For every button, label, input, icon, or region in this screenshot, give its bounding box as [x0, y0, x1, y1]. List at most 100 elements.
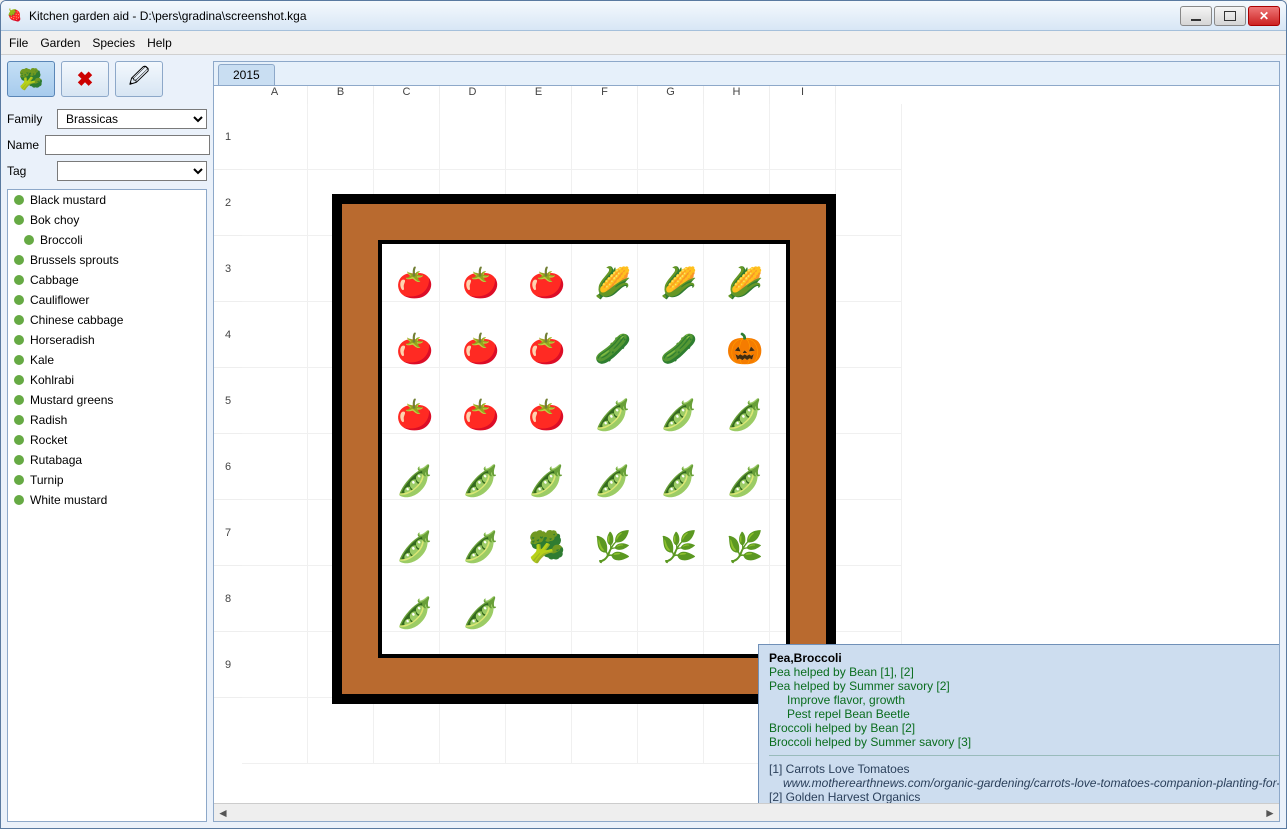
plant-cell[interactable]: 🫛: [580, 448, 646, 514]
plant-cell[interactable]: 🫛: [580, 382, 646, 448]
grid-cell[interactable]: [770, 566, 836, 632]
close-button[interactable]: ✕: [1248, 6, 1280, 26]
grid-cell[interactable]: [242, 632, 308, 698]
grid-cell[interactable]: [770, 500, 836, 566]
year-tab[interactable]: 2015: [218, 64, 275, 85]
plant-cell[interactable]: [712, 580, 778, 646]
species-item[interactable]: Turnip: [8, 470, 206, 490]
plant-cell[interactable]: 🍅: [514, 316, 580, 382]
maximize-button[interactable]: [1214, 6, 1246, 26]
grid-cell[interactable]: [506, 170, 572, 236]
plant-cell[interactable]: [514, 580, 580, 646]
grid-cell[interactable]: [374, 170, 440, 236]
plant-cell[interactable]: 🫛: [514, 448, 580, 514]
grid-cell[interactable]: [836, 236, 902, 302]
grid-cell[interactable]: [374, 104, 440, 170]
tool-picker[interactable]: 🖉: [115, 61, 163, 97]
grid-cell[interactable]: [242, 566, 308, 632]
grid-cell[interactable]: [770, 104, 836, 170]
plant-cell[interactable]: 🫛: [382, 448, 448, 514]
plant-cell[interactable]: 🌽: [712, 250, 778, 316]
grid-cell[interactable]: [770, 434, 836, 500]
tooltip-ref-link[interactable]: www.motherearthnews.com/organic-gardenin…: [769, 776, 1279, 790]
grid-area[interactable]: ABCDEFGHI 123456789 🍅🍅🍅🌽🌽🌽🍅🍅🍅🥒🥒🎃🍅🍅🍅🫛🫛🫛🫛🫛…: [214, 86, 1279, 803]
species-item[interactable]: Rocket: [8, 430, 206, 450]
grid-cell[interactable]: [242, 698, 308, 764]
grid-cell[interactable]: [308, 434, 374, 500]
titlebar[interactable]: 🍓 Kitchen garden aid - D:\pers\gradina\s…: [1, 1, 1286, 31]
plant-grid[interactable]: 🍅🍅🍅🌽🌽🌽🍅🍅🍅🥒🥒🎃🍅🍅🍅🫛🫛🫛🫛🫛🫛🫛🫛🫛🫛🫛🥦🌿🌿🌿🫛🫛: [382, 250, 778, 646]
species-item[interactable]: Horseradish: [8, 330, 206, 350]
plant-cell[interactable]: 🫛: [646, 448, 712, 514]
scroll-right-icon[interactable]: ►: [1261, 806, 1279, 820]
grid-cell[interactable]: [374, 698, 440, 764]
grid-cell[interactable]: [572, 698, 638, 764]
grid-cell[interactable]: [638, 698, 704, 764]
species-item[interactable]: Cauliflower: [8, 290, 206, 310]
plant-cell[interactable]: 🫛: [712, 382, 778, 448]
grid-cell[interactable]: [638, 170, 704, 236]
grid-cell[interactable]: [308, 632, 374, 698]
grid-cell[interactable]: [440, 104, 506, 170]
grid-cell[interactable]: [836, 104, 902, 170]
species-item[interactable]: Mustard greens: [8, 390, 206, 410]
grid-cell[interactable]: [506, 104, 572, 170]
species-item[interactable]: Kale: [8, 350, 206, 370]
grid-cell[interactable]: [308, 698, 374, 764]
grid-cell[interactable]: [242, 236, 308, 302]
plant-cell[interactable]: 🌽: [646, 250, 712, 316]
minimize-button[interactable]: [1180, 6, 1212, 26]
species-item[interactable]: Black mustard: [8, 190, 206, 210]
species-item[interactable]: Cabbage: [8, 270, 206, 290]
grid-cell[interactable]: [308, 302, 374, 368]
grid-cell[interactable]: [836, 566, 902, 632]
grid-cell[interactable]: [440, 170, 506, 236]
grid-cell[interactable]: [440, 698, 506, 764]
horizontal-scrollbar[interactable]: ◄ ►: [214, 803, 1279, 821]
species-item[interactable]: Radish: [8, 410, 206, 430]
plant-cell[interactable]: 🍅: [448, 316, 514, 382]
plant-cell[interactable]: 🍅: [382, 250, 448, 316]
grid-cell[interactable]: [572, 104, 638, 170]
grid-cell[interactable]: [308, 170, 374, 236]
grid-cell[interactable]: [836, 368, 902, 434]
species-item[interactable]: Chinese cabbage: [8, 310, 206, 330]
plant-cell[interactable]: 🍅: [448, 250, 514, 316]
species-item[interactable]: Broccoli: [8, 230, 206, 250]
grid-cell[interactable]: [770, 368, 836, 434]
grid-cell[interactable]: [242, 104, 308, 170]
grid-cell[interactable]: [242, 434, 308, 500]
grid-cell[interactable]: [770, 170, 836, 236]
plant-cell[interactable]: 🍅: [514, 250, 580, 316]
tag-select[interactable]: [57, 161, 207, 181]
tool-broccoli[interactable]: 🥦: [7, 61, 55, 97]
grid-cell[interactable]: [242, 368, 308, 434]
plant-cell[interactable]: 🥦: [514, 514, 580, 580]
plant-cell[interactable]: 🫛: [448, 514, 514, 580]
name-input[interactable]: [45, 135, 210, 155]
scroll-left-icon[interactable]: ◄: [214, 806, 232, 820]
plant-cell[interactable]: 🫛: [448, 580, 514, 646]
plant-cell[interactable]: 🫛: [382, 514, 448, 580]
plant-cell[interactable]: 🥒: [646, 316, 712, 382]
grid-cell[interactable]: [242, 302, 308, 368]
species-item[interactable]: Brussels sprouts: [8, 250, 206, 270]
plant-cell[interactable]: 🌿: [580, 514, 646, 580]
species-item[interactable]: White mustard: [8, 490, 206, 510]
plant-cell[interactable]: 🍅: [514, 382, 580, 448]
plant-cell[interactable]: [646, 580, 712, 646]
grid-cell[interactable]: [704, 170, 770, 236]
grid-cell[interactable]: [836, 434, 902, 500]
menu-help[interactable]: Help: [147, 36, 172, 50]
plant-cell[interactable]: 🌽: [580, 250, 646, 316]
grid-cell[interactable]: [242, 500, 308, 566]
species-list[interactable]: Black mustardBok choyBroccoliBrussels sp…: [7, 189, 207, 822]
grid-cell[interactable]: [770, 302, 836, 368]
grid-cell[interactable]: [506, 698, 572, 764]
plant-cell[interactable]: [580, 580, 646, 646]
plant-cell[interactable]: 🫛: [646, 382, 712, 448]
grid-cell[interactable]: [308, 500, 374, 566]
species-item[interactable]: Kohlrabi: [8, 370, 206, 390]
menu-species[interactable]: Species: [92, 36, 135, 50]
species-item[interactable]: Bok choy: [8, 210, 206, 230]
